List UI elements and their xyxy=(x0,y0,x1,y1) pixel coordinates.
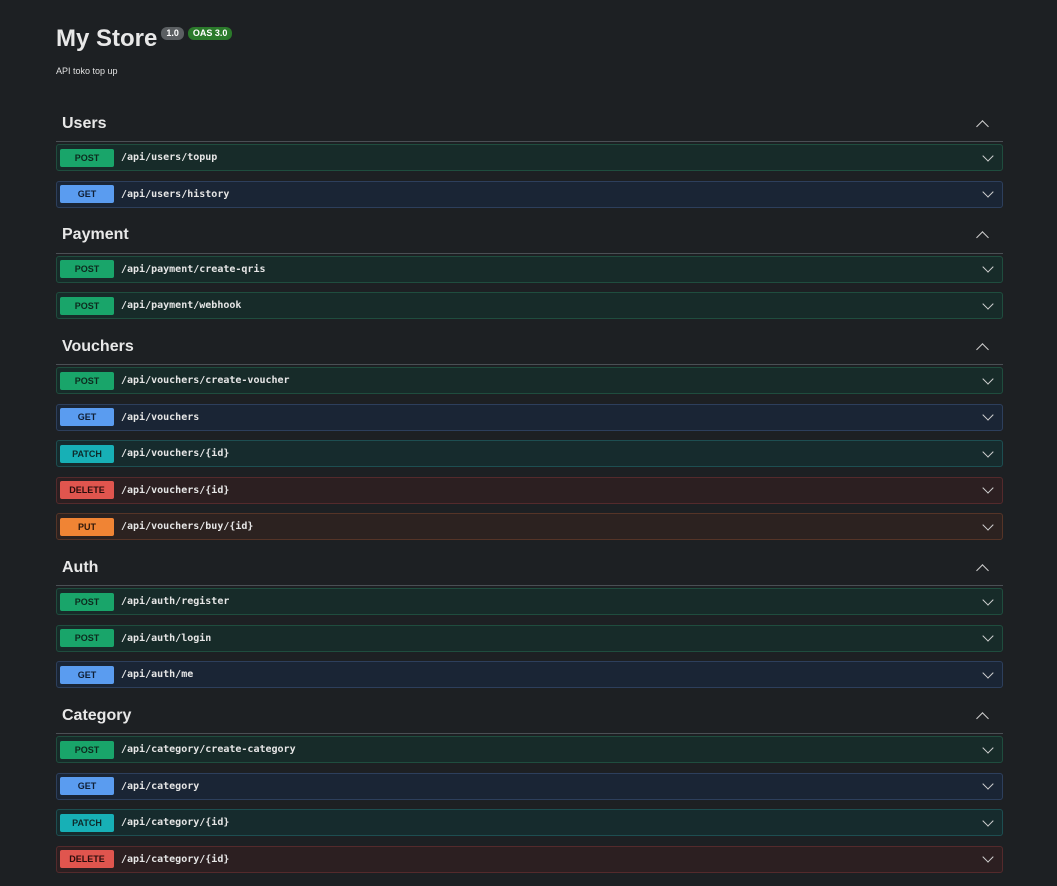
method-badge-get: GET xyxy=(60,185,114,203)
operation-list: POST/api/category/create-category GET/api… xyxy=(56,734,1003,873)
tag-section-vouchers: Vouchers POST/api/vouchers/create-voucher… xyxy=(56,329,1003,540)
chevron-down-icon[interactable] xyxy=(982,593,994,606)
page-title: My Store xyxy=(56,25,158,52)
chevron-down-icon[interactable] xyxy=(982,630,994,642)
operation-path: /api/category xyxy=(121,780,200,792)
tag-section-users: Users POST/api/users/topup GET/api/users/h… xyxy=(56,106,1003,208)
operation-path: /api/auth/login xyxy=(121,632,212,644)
method-badge-get: GET xyxy=(60,777,114,795)
chevron-down-icon[interactable] xyxy=(982,741,994,754)
method-badge-get: GET xyxy=(60,408,114,426)
operation-row-get[interactable]: GET/api/auth/me xyxy=(56,661,1003,688)
method-badge-post: POST xyxy=(60,740,114,759)
method-badge-post: POST xyxy=(60,592,114,611)
operation-path: /api/auth/me xyxy=(121,669,194,680)
chevron-down-icon[interactable] xyxy=(982,186,994,198)
chevron-up-icon[interactable] xyxy=(976,711,989,725)
tag-header-payment[interactable]: Payment xyxy=(56,218,1003,254)
chevron-down-icon[interactable] xyxy=(982,814,994,827)
tag-list: Users POST/api/users/topup GET/api/users/h… xyxy=(56,106,1003,873)
operation-row-post[interactable]: POST/api/auth/register xyxy=(56,588,1003,615)
operation-row-get[interactable]: GET/api/category xyxy=(56,772,1003,800)
operation-path: /api/users/history xyxy=(121,188,230,200)
operation-list: POST/api/auth/register POST/api/auth/logi… xyxy=(56,586,1003,688)
chevron-down-icon[interactable] xyxy=(982,261,994,273)
tag-header-auth[interactable]: Auth xyxy=(56,550,1003,586)
tag-name: Auth xyxy=(62,558,99,576)
tag-header-vouchers[interactable]: Vouchers xyxy=(56,329,1003,365)
chevron-down-icon[interactable] xyxy=(982,666,994,679)
operation-path: /api/vouchers xyxy=(121,411,200,423)
version-badge: 1.0 xyxy=(161,27,184,40)
chevron-down-icon[interactable] xyxy=(982,445,994,458)
tag-header-users[interactable]: Users xyxy=(56,106,1003,142)
operation-row-post[interactable]: POST/api/category/create-category xyxy=(56,736,1003,763)
tag-name: Payment xyxy=(62,226,129,243)
operation-path: /api/vouchers/buy/{id} xyxy=(121,521,254,532)
chevron-up-icon[interactable] xyxy=(976,119,989,133)
method-badge-post: POST xyxy=(60,629,114,647)
api-info: My Store 1.0 OAS 3.0 API toko top up xyxy=(56,0,1003,96)
operation-row-post[interactable]: POST/api/vouchers/create-voucher xyxy=(56,367,1003,394)
method-badge-patch: PATCH xyxy=(60,444,114,463)
method-badge-post: POST xyxy=(60,260,114,278)
operation-row-patch[interactable]: PATCH/api/category/{id} xyxy=(56,809,1003,836)
tag-section-category: Category POST/api/category/create-categor… xyxy=(56,698,1003,873)
operation-path: /api/users/topup xyxy=(121,152,218,163)
operation-row-post[interactable]: POST/api/payment/webhook xyxy=(56,292,1003,319)
chevron-down-icon[interactable] xyxy=(982,409,994,421)
operation-list: POST/api/payment/create-qris POST/api/pay… xyxy=(56,254,1003,319)
chevron-down-icon[interactable] xyxy=(982,149,994,162)
operation-path: /api/category/{id} xyxy=(121,817,230,828)
operation-list: POST/api/users/topup GET/api/users/histor… xyxy=(56,142,1003,208)
chevron-up-icon[interactable] xyxy=(976,563,989,577)
operation-path: /api/vouchers/create-voucher xyxy=(121,375,290,386)
method-badge-get: GET xyxy=(60,665,114,684)
operation-path: /api/payment/webhook xyxy=(121,300,242,311)
operation-row-post[interactable]: POST/api/auth/login xyxy=(56,624,1003,652)
operation-path: /api/category/{id} xyxy=(121,853,230,865)
tag-header-category[interactable]: Category xyxy=(56,698,1003,734)
method-badge-patch: PATCH xyxy=(60,813,114,832)
method-badge-post: POST xyxy=(60,296,114,315)
chevron-up-icon[interactable] xyxy=(976,342,989,356)
operation-path: /api/category/create-category xyxy=(121,744,296,755)
tag-name: Category xyxy=(62,706,132,724)
method-badge-put: PUT xyxy=(60,517,114,536)
operation-row-put[interactable]: PUT/api/vouchers/buy/{id} xyxy=(56,513,1003,540)
chevron-down-icon[interactable] xyxy=(982,372,994,385)
operation-row-post[interactable]: POST/api/payment/create-qris xyxy=(56,255,1003,283)
method-badge-delete: DELETE xyxy=(60,850,114,868)
api-description: API toko top up xyxy=(56,66,118,76)
operation-path: /api/auth/register xyxy=(121,596,230,607)
tag-section-auth: Auth POST/api/auth/register POST/api/auth/… xyxy=(56,550,1003,688)
swagger-ui: My Store 1.0 OAS 3.0 API toko top up Use… xyxy=(56,0,1003,873)
tag-name: Vouchers xyxy=(62,337,134,355)
operation-row-delete[interactable]: DELETE/api/vouchers/{id} xyxy=(56,476,1003,504)
operation-row-get[interactable]: GET/api/users/history xyxy=(56,180,1003,208)
operation-list: POST/api/vouchers/create-voucher GET/api/… xyxy=(56,365,1003,540)
operation-path: /api/payment/create-qris xyxy=(121,263,266,275)
tag-section-payment: Payment POST/api/payment/create-qris POST /… xyxy=(56,218,1003,319)
chevron-down-icon[interactable] xyxy=(982,518,994,531)
chevron-down-icon[interactable] xyxy=(982,482,994,494)
method-badge-delete: DELETE xyxy=(60,481,114,499)
title-row: My Store 1.0 OAS 3.0 xyxy=(56,24,1003,56)
chevron-down-icon[interactable] xyxy=(982,778,994,790)
operation-path: /api/vouchers/{id} xyxy=(121,448,230,459)
chevron-down-icon[interactable] xyxy=(982,297,994,310)
chevron-down-icon[interactable] xyxy=(982,851,994,863)
oas-badge: OAS 3.0 xyxy=(187,27,233,40)
operation-row-post[interactable]: POST/api/users/topup xyxy=(56,144,1003,171)
operation-row-patch[interactable]: PATCH/api/vouchers/{id} xyxy=(56,440,1003,467)
method-badge-post: POST xyxy=(60,148,114,167)
operation-row-delete[interactable]: DELETE/api/category/{id} xyxy=(56,845,1003,873)
tag-name: Users xyxy=(62,114,107,132)
operation-path: /api/vouchers/{id} xyxy=(121,484,230,496)
chevron-up-icon[interactable] xyxy=(976,231,989,244)
operation-row-get[interactable]: GET/api/vouchers xyxy=(56,403,1003,431)
method-badge-post: POST xyxy=(60,371,114,390)
